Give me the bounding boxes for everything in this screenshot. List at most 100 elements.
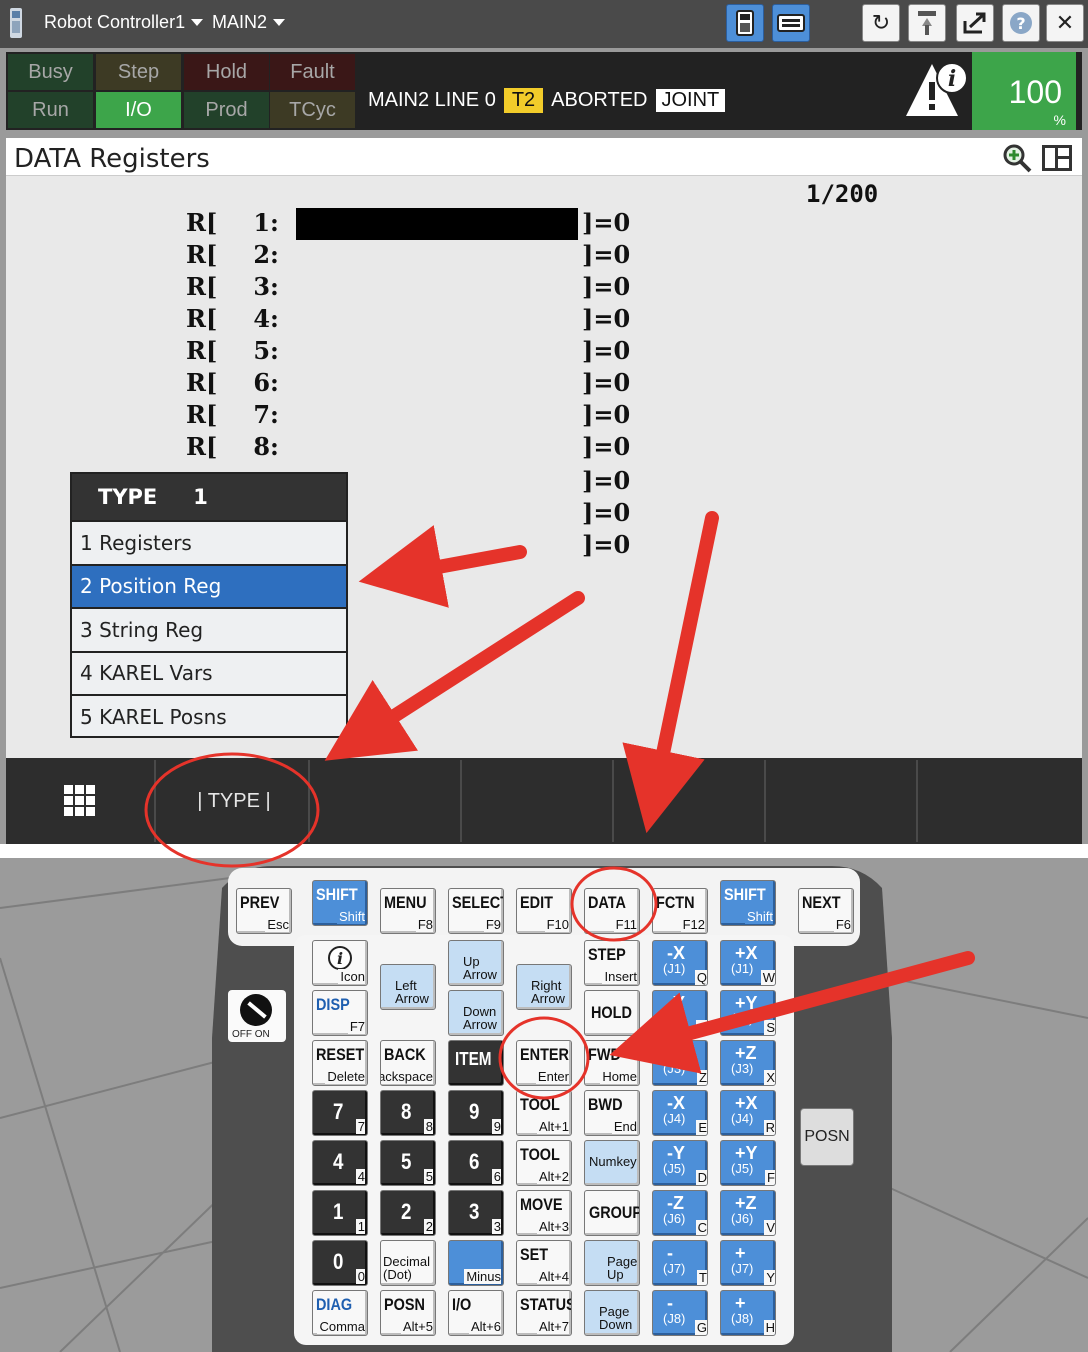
digit-1-key[interactable]: 11 [312,1190,368,1236]
down-arrow-key[interactable]: Down Arrow [448,990,504,1036]
jog-minus-j7-key[interactable]: - (J7) T [652,1240,708,1286]
jog-minus-rx-key[interactable]: -X (J4) E [652,1090,708,1136]
controller-selector[interactable]: Robot Controller1 [44,12,204,33]
fkey-3[interactable] [312,760,462,842]
register-value[interactable]: ]=0 [582,432,630,464]
fkey-type[interactable]: | TYPE | [160,760,310,842]
menu-key[interactable]: MENU F8 [380,888,436,934]
register-row[interactable]: R[4: [186,304,279,336]
register-value[interactable]: ]=0 [582,240,630,272]
menu-item-karel-vars[interactable]: 4 KAREL Vars [72,650,346,695]
digit-5-key[interactable]: 55 [380,1140,436,1186]
enter-key[interactable]: ENTER Enter [516,1040,572,1086]
register-row[interactable]: R[5: [186,336,279,368]
program-selector[interactable]: MAIN2 [212,12,286,33]
group-key[interactable]: GROUP [584,1190,640,1236]
shift-left-key[interactable]: SHIFT Shift [312,880,368,926]
tool2-key[interactable]: TOOL Alt+2 [516,1140,572,1186]
jog-minus-j8-key[interactable]: - (J8) G [652,1290,708,1336]
menu-item-position-reg[interactable]: 2 Position Reg [72,563,346,607]
shift-right-key[interactable]: SHIFT Shift [720,880,776,926]
register-row[interactable]: R[8: [186,432,279,464]
disp-key[interactable]: DISP F7 [312,990,368,1036]
jog-plus-j7-key[interactable]: + (J7) Y [720,1240,776,1286]
jog-plus-y-key[interactable]: +Y (J2) S [720,990,776,1036]
left-arrow-key[interactable]: Left Arrow [380,964,436,1010]
select-key[interactable]: SELECT F9 [448,888,504,934]
register-value[interactable]: ]=0 [582,208,630,240]
move-menu-key[interactable]: MOVE Alt+3 [516,1190,572,1236]
register-row[interactable]: R[2: [186,240,279,272]
override-display[interactable]: 100 % [972,52,1076,130]
jog-minus-rz-key[interactable]: -Z (J6) C [652,1190,708,1236]
digit-3-key[interactable]: 33 [448,1190,504,1236]
hold-key[interactable]: HOLD [584,990,640,1036]
fkey-7[interactable] [922,760,1072,842]
fkey-menu[interactable] [6,760,156,842]
posn-side-button[interactable]: POSN [800,1108,854,1166]
jog-plus-j8-key[interactable]: + (J8) H [720,1290,776,1336]
digit-7-key[interactable]: 77 [312,1090,368,1136]
page-down-key[interactable]: Page Down [584,1290,640,1336]
jog-plus-z-key[interactable]: +Z (J3) X [720,1040,776,1086]
status-key[interactable]: STATUS Alt+7 [516,1290,572,1336]
zoom-in-icon[interactable] [1002,143,1032,173]
split-screen-icon[interactable] [1042,145,1072,171]
jog-plus-rz-key[interactable]: +Z (J6) V [720,1190,776,1236]
jog-minus-y-key[interactable]: -Y (J2) A [652,990,708,1036]
edit-key[interactable]: EDIT F10 [516,888,572,934]
jog-minus-x-key[interactable]: -X (J1) Q [652,940,708,986]
decimal-key[interactable]: Decimal (Dot) [380,1240,436,1286]
enable-switch[interactable]: OFF ON [228,990,286,1042]
fctn-key[interactable]: FCTN F12 [652,888,708,934]
digit-9-key[interactable]: 99 [448,1090,504,1136]
up-arrow-key[interactable]: Up Arrow [448,940,504,986]
fwd-key[interactable]: FWD Home [584,1040,640,1086]
jog-plus-x-key[interactable]: +X (J1) W [720,940,776,986]
io-key[interactable]: I/O Alt+6 [448,1290,504,1336]
digit-8-key[interactable]: 88 [380,1090,436,1136]
close-button[interactable]: ✕ [1046,4,1084,42]
right-arrow-key[interactable]: Right Arrow [516,964,572,1010]
pendant-view-button[interactable] [726,4,764,42]
menu-item-string-reg[interactable]: 3 String Reg [72,607,346,651]
register-value[interactable]: ]=0 [582,304,630,336]
register-value[interactable]: ]=0 [582,368,630,400]
fkey-4[interactable] [464,760,614,842]
register-value[interactable]: ]=0 [582,272,630,304]
page-up-key[interactable]: Page Up [584,1240,640,1286]
keyboard-button[interactable] [772,4,810,42]
jog-plus-rx-key[interactable]: +X (J4) R [720,1090,776,1136]
fkey-5[interactable] [616,760,766,842]
item-key[interactable]: ITEM [448,1040,504,1086]
jog-button[interactable] [908,4,946,42]
step-key[interactable]: STEP Insert [584,940,640,986]
fkey-6[interactable] [768,760,918,842]
register-value[interactable]: ]=0 [582,498,630,530]
register-row[interactable]: R[1: [186,208,279,240]
register-value[interactable]: ]=0 [582,530,630,562]
diag-help-key[interactable]: DIAG Comma [312,1290,368,1336]
alarm-info-icon[interactable]: i [904,58,970,120]
bwd-key[interactable]: BWD End [584,1090,640,1136]
posn-key[interactable]: POSN Alt+5 [380,1290,436,1336]
numkey-key[interactable]: Numkey [584,1140,640,1186]
register-row[interactable]: R[6: [186,368,279,400]
data-key[interactable]: DATA F11 [584,888,640,934]
jog-minus-ry-key[interactable]: -Y (J5) D [652,1140,708,1186]
tool1-key[interactable]: TOOL Alt+1 [516,1090,572,1136]
digit-6-key[interactable]: 66 [448,1140,504,1186]
icon-key[interactable]: i Icon [312,940,368,986]
prev-key[interactable]: PREV Esc [236,888,292,934]
setup-key[interactable]: SET Alt+4 [516,1240,572,1286]
jog-plus-ry-key[interactable]: +Y (J5) F [720,1140,776,1186]
minus-key[interactable]: Minus [448,1240,504,1286]
next-key[interactable]: NEXT F6 [798,888,854,934]
refresh-button[interactable]: ↻ [862,4,900,42]
register-value[interactable]: ]=0 [582,336,630,368]
jog-minus-z-key[interactable]: -Z (J3) Z [652,1040,708,1086]
popout-button[interactable] [956,4,994,42]
register-row[interactable]: R[3: [186,272,279,304]
reset-key[interactable]: RESET Delete [312,1040,368,1086]
register-value[interactable]: ]=0 [582,400,630,432]
